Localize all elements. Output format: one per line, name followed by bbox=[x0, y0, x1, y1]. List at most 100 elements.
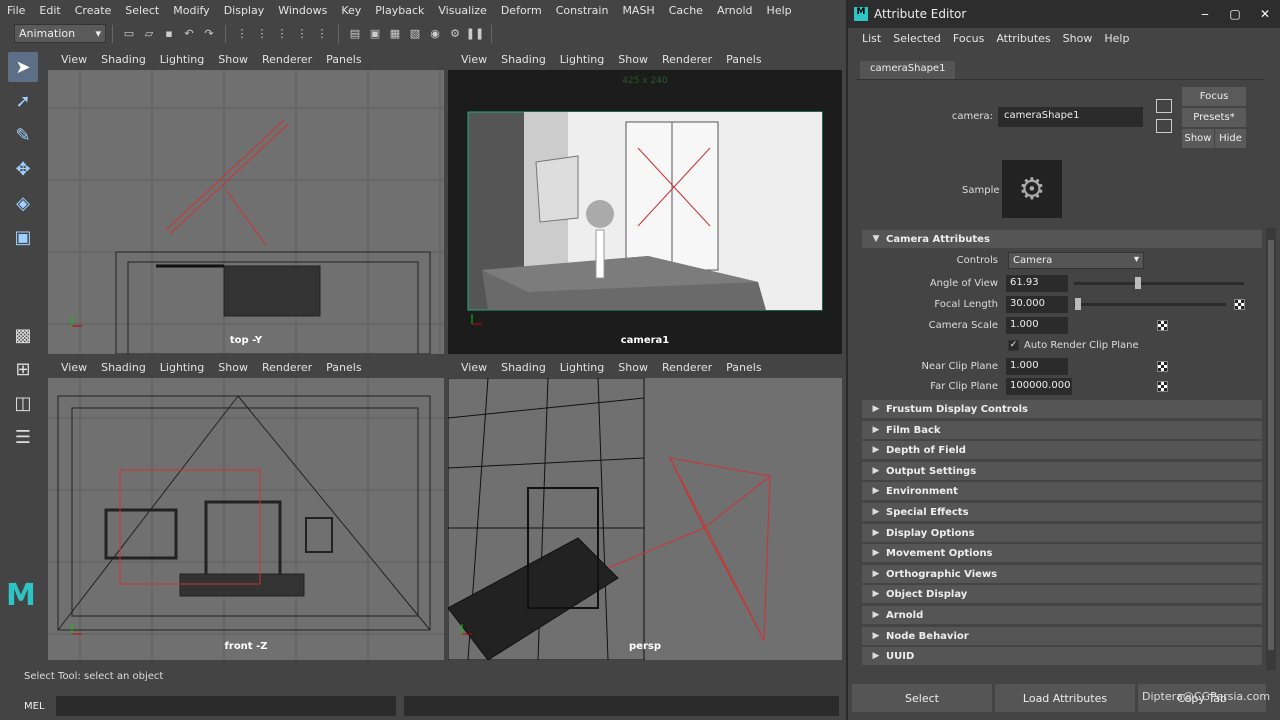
select-tool-icon[interactable]: ➤ bbox=[8, 52, 38, 82]
scale-tool-icon[interactable]: ▣ bbox=[8, 222, 38, 252]
vp-menu-lighting[interactable]: Lighting bbox=[553, 361, 611, 374]
viewport-front[interactable]: View Shading Lighting Show Renderer Pane… bbox=[48, 356, 444, 660]
side-view-icon[interactable]: ◫ bbox=[8, 388, 38, 418]
menu-modify[interactable]: Modify bbox=[166, 4, 216, 17]
angle-of-view-slider[interactable] bbox=[1074, 282, 1244, 285]
hypershade-icon[interactable]: ◉ bbox=[427, 26, 443, 42]
camera-name-field[interactable]: cameraShape1 bbox=[998, 107, 1143, 127]
pause-icon[interactable]: ❚❚ bbox=[466, 26, 484, 42]
angle-of-view-slider-thumb[interactable] bbox=[1135, 277, 1141, 289]
show-button[interactable]: Show bbox=[1182, 129, 1214, 148]
mel-label[interactable]: MEL bbox=[0, 701, 56, 712]
vp-menu-panels[interactable]: Panels bbox=[319, 361, 368, 374]
section-uuid[interactable]: ▶ UUID bbox=[862, 647, 1262, 665]
section-special-effects[interactable]: ▶ Special Effects bbox=[862, 503, 1262, 521]
viewport-top[interactable]: View Shading Lighting Show Renderer Pane… bbox=[48, 48, 444, 354]
vp-menu-renderer[interactable]: Renderer bbox=[655, 361, 719, 374]
save-scene-icon[interactable]: ▪ bbox=[161, 26, 177, 42]
lasso-tool-icon[interactable]: ➚ bbox=[8, 86, 38, 116]
vp-menu-shading[interactable]: Shading bbox=[94, 361, 153, 374]
select-component-icon[interactable]: ⋮ bbox=[274, 26, 290, 42]
mel-input[interactable] bbox=[56, 696, 396, 716]
vp-menu-panels[interactable]: Panels bbox=[719, 361, 768, 374]
section-display-options[interactable]: ▶ Display Options bbox=[862, 524, 1262, 542]
scrollbar-thumb[interactable] bbox=[1268, 240, 1274, 650]
snap-curve-icon[interactable]: ⋮ bbox=[314, 26, 330, 42]
vp-menu-renderer[interactable]: Renderer bbox=[255, 53, 319, 66]
menu-visualize[interactable]: Visualize bbox=[431, 4, 493, 17]
map-button-icon[interactable] bbox=[1157, 361, 1168, 372]
map-button-icon[interactable] bbox=[1157, 320, 1168, 331]
section-movement-options[interactable]: ▶ Movement Options bbox=[862, 544, 1262, 562]
vp-menu-show[interactable]: Show bbox=[611, 361, 655, 374]
vp-menu-panels[interactable]: Panels bbox=[319, 53, 368, 66]
ae-menu-selected[interactable]: Selected bbox=[887, 32, 947, 45]
single-view-icon[interactable]: ▩ bbox=[8, 320, 38, 350]
maximize-icon[interactable]: ▢ bbox=[1220, 7, 1250, 21]
section-orthographic-views[interactable]: ▶ Orthographic Views bbox=[862, 565, 1262, 583]
vp-menu-lighting[interactable]: Lighting bbox=[553, 53, 611, 66]
open-scene-icon[interactable]: ▱ bbox=[141, 26, 157, 42]
menu-arnold[interactable]: Arnold bbox=[710, 4, 760, 17]
section-frustum-display[interactable]: ▶ Frustum Display Controls bbox=[862, 400, 1262, 418]
far-clip-field[interactable]: 100000.000 bbox=[1006, 378, 1072, 395]
select-button[interactable]: Select bbox=[852, 684, 992, 712]
vp-menu-shading[interactable]: Shading bbox=[494, 53, 553, 66]
ae-menu-list[interactable]: List bbox=[856, 32, 887, 45]
tab-camerashape[interactable]: cameraShape1 bbox=[860, 61, 956, 79]
viewport-persp[interactable]: View Shading Lighting Show Renderer Pane… bbox=[448, 356, 842, 660]
menu-help[interactable]: Help bbox=[760, 4, 799, 17]
focal-length-slider-thumb[interactable] bbox=[1075, 298, 1081, 310]
move-tool-icon[interactable]: ✥ bbox=[8, 154, 38, 184]
vp-menu-renderer[interactable]: Renderer bbox=[655, 53, 719, 66]
close-icon[interactable]: ✕ bbox=[1250, 7, 1280, 21]
menu-display[interactable]: Display bbox=[217, 4, 272, 17]
select-hierarchy-icon[interactable]: ⋮ bbox=[234, 26, 250, 42]
vp-menu-renderer[interactable]: Renderer bbox=[255, 361, 319, 374]
map-button-icon[interactable] bbox=[1234, 299, 1245, 310]
hide-button[interactable]: Hide bbox=[1215, 129, 1246, 148]
menu-cache[interactable]: Cache bbox=[662, 4, 710, 17]
menu-edit[interactable]: Edit bbox=[32, 4, 67, 17]
outliner-icon[interactable]: ☰ bbox=[8, 422, 38, 452]
vp-menu-shading[interactable]: Shading bbox=[494, 361, 553, 374]
vp-menu-view[interactable]: View bbox=[54, 53, 94, 66]
presets-button[interactable]: Presets* bbox=[1182, 108, 1246, 127]
four-view-icon[interactable]: ⊞ bbox=[8, 354, 38, 384]
select-object-icon[interactable]: ⋮ bbox=[254, 26, 270, 42]
go-input-icon[interactable] bbox=[1156, 99, 1172, 113]
ae-scrollbar[interactable] bbox=[1266, 228, 1276, 670]
section-film-back[interactable]: ▶ Film Back bbox=[862, 421, 1262, 439]
vp-menu-lighting[interactable]: Lighting bbox=[153, 53, 211, 66]
auto-render-clip-checkbox[interactable]: ✓ bbox=[1008, 340, 1019, 351]
clapper-icon[interactable]: ▤ bbox=[347, 26, 363, 42]
vp-menu-shading[interactable]: Shading bbox=[94, 53, 153, 66]
section-depth-of-field[interactable]: ▶ Depth of Field bbox=[862, 441, 1262, 459]
section-object-display[interactable]: ▶ Object Display bbox=[862, 585, 1262, 603]
snap-grid-icon[interactable]: ⋮ bbox=[294, 26, 310, 42]
rotate-tool-icon[interactable]: ◈ bbox=[8, 188, 38, 218]
paint-select-icon[interactable]: ✎ bbox=[8, 120, 38, 150]
ae-menu-focus[interactable]: Focus bbox=[947, 32, 990, 45]
menu-constrain[interactable]: Constrain bbox=[549, 4, 616, 17]
focal-length-slider[interactable] bbox=[1074, 303, 1226, 306]
undo-icon[interactable]: ↶ bbox=[181, 26, 197, 42]
menu-set-dropdown[interactable]: Animation ▾ bbox=[14, 24, 106, 43]
vp-menu-show[interactable]: Show bbox=[211, 53, 255, 66]
focal-length-field[interactable]: 30.000 bbox=[1006, 296, 1068, 313]
near-clip-field[interactable]: 1.000 bbox=[1006, 358, 1068, 375]
menu-file[interactable]: File bbox=[0, 4, 32, 17]
menu-key[interactable]: Key bbox=[334, 4, 368, 17]
render-settings-icon[interactable]: ▧ bbox=[407, 26, 423, 42]
section-camera-attributes[interactable]: ▼ Camera Attributes bbox=[862, 230, 1262, 248]
section-output-settings[interactable]: ▶ Output Settings bbox=[862, 462, 1262, 480]
ae-menu-show[interactable]: Show bbox=[1057, 32, 1099, 45]
menu-playback[interactable]: Playback bbox=[368, 4, 431, 17]
vp-menu-lighting[interactable]: Lighting bbox=[153, 361, 211, 374]
vp-menu-view[interactable]: View bbox=[454, 53, 494, 66]
ae-menu-attributes[interactable]: Attributes bbox=[990, 32, 1056, 45]
section-node-behavior[interactable]: ▶ Node Behavior bbox=[862, 627, 1262, 645]
menu-windows[interactable]: Windows bbox=[271, 4, 334, 17]
controls-dropdown[interactable]: Camera ▾ bbox=[1008, 252, 1144, 269]
viewport-camera[interactable]: View Shading Lighting Show Renderer Pane… bbox=[448, 48, 842, 354]
